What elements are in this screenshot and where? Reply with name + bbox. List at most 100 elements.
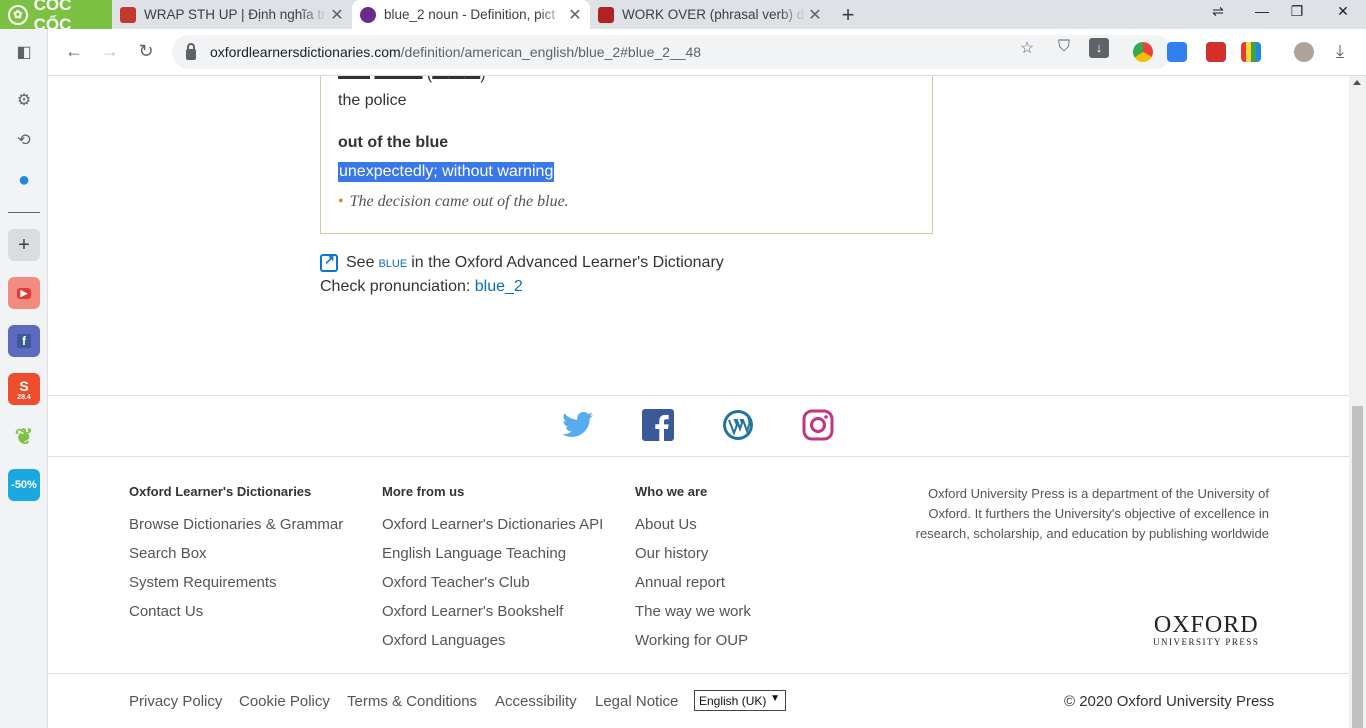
back-icon[interactable]: ← bbox=[62, 41, 86, 62]
close-tab-icon[interactable]: ✕ bbox=[566, 5, 584, 25]
footer-link[interactable]: Search Box bbox=[129, 545, 343, 574]
tab-search-icon[interactable]: ⇌ bbox=[1206, 3, 1230, 20]
coccoc-logo-icon: ✿ bbox=[8, 4, 28, 25]
download-box-icon[interactable]: ↓ bbox=[1089, 38, 1109, 58]
language-select[interactable]: English (UK) ▼ bbox=[694, 690, 786, 711]
accessibility-link[interactable]: Accessibility bbox=[495, 693, 577, 710]
profile-avatar[interactable] bbox=[1294, 42, 1314, 62]
footer-link[interactable]: Oxford Learner's Bookshelf bbox=[382, 603, 603, 632]
tiki-icon[interactable]: -50% bbox=[8, 469, 40, 501]
url-text[interactable]: oxfordlearnersdictionaries.com/definitio… bbox=[210, 44, 701, 60]
sidebar-divider bbox=[8, 212, 40, 213]
download-icon[interactable]: ⤓ bbox=[1328, 41, 1352, 62]
gear-icon[interactable]: ⚙ bbox=[12, 88, 36, 112]
browser-toolbar: ← → ↻ oxfordlearnersdictionaries.com/def… bbox=[48, 29, 1366, 76]
lock-icon[interactable] bbox=[186, 42, 196, 60]
oxford-favicon-icon bbox=[360, 6, 376, 23]
footer-link[interactable]: Working for OUP bbox=[635, 632, 751, 661]
leaf-icon[interactable]: ❦ bbox=[8, 421, 40, 453]
tab-blue-2[interactable]: blue_2 noun - Definition, pict ✕ bbox=[352, 0, 590, 29]
wordpress-icon[interactable] bbox=[722, 409, 754, 441]
youtube-icon[interactable]: ▶ bbox=[8, 277, 40, 309]
bookmark-star-icon[interactable]: ☆ bbox=[1017, 38, 1037, 58]
footer-column-dictionaries: Oxford Learner's Dictionaries Browse Dic… bbox=[129, 484, 343, 632]
idiom-heading: out of the blue bbox=[338, 134, 449, 151]
dictionary-favicon-icon bbox=[598, 6, 614, 23]
example-text: The decision came out of the blue. bbox=[349, 193, 569, 210]
footer-heading: More from us bbox=[382, 484, 465, 499]
scroll-up-arrow-icon[interactable] bbox=[1353, 80, 1361, 85]
privacy-policy-link[interactable]: Privacy Policy bbox=[129, 693, 222, 710]
page-content: ▬▬ ▬▬▬ (▬▬▬) the police out of the blue … bbox=[48, 76, 1349, 728]
footer-link[interactable]: Oxford Learner's Dictionaries API bbox=[382, 516, 603, 545]
tab-title: WORK OVER (phrasal verb) d bbox=[622, 7, 805, 22]
forward-icon[interactable]: → bbox=[98, 41, 122, 62]
footer-link[interactable]: Annual report bbox=[635, 574, 751, 603]
shopee-icon[interactable]: S 28.4 bbox=[8, 373, 40, 405]
sense-text: the police bbox=[338, 92, 407, 109]
url-path: /definition/american_english/blue_2#blue… bbox=[400, 44, 702, 60]
oxford-logo[interactable]: OXFORD UNIVERSITY PRESS bbox=[1153, 612, 1260, 648]
browser-brand[interactable]: ✿ CỐC CỐC bbox=[0, 0, 112, 34]
footer-link[interactable]: Our history bbox=[635, 545, 751, 574]
cookie-policy-link[interactable]: Cookie Policy bbox=[239, 693, 330, 710]
cut-off-line: ▬▬ ▬▬▬ (▬▬▬) bbox=[338, 76, 486, 84]
bullet-icon: • bbox=[338, 193, 344, 210]
divider bbox=[48, 456, 1349, 457]
new-tab-button[interactable]: + bbox=[836, 2, 860, 28]
pronunciation-line: Check pronunciation: blue_2 bbox=[320, 278, 523, 296]
red-extension-icon[interactable] bbox=[1206, 42, 1226, 62]
sidebar-panel-icon[interactable]: ◧ bbox=[12, 40, 36, 64]
url-host: oxfordlearnersdictionaries.com bbox=[210, 44, 401, 60]
footer-link[interactable]: Oxford Teacher's Club bbox=[382, 574, 603, 603]
pronunciation-label: Check pronunciation: bbox=[320, 278, 471, 295]
plus-icon[interactable]: + bbox=[8, 229, 40, 261]
new-extension-icon[interactable] bbox=[1167, 42, 1187, 62]
close-tab-icon[interactable]: ✕ bbox=[328, 5, 346, 25]
footer-link[interactable]: English Language Teaching bbox=[382, 545, 603, 574]
legal-notice-link[interactable]: Legal Notice bbox=[595, 693, 678, 710]
close-tab-icon[interactable]: ✕ bbox=[806, 5, 824, 25]
twitter-icon[interactable] bbox=[562, 409, 594, 441]
restore-button[interactable]: ❐ bbox=[1285, 3, 1309, 20]
pronunciation-link[interactable]: blue_2 bbox=[475, 278, 523, 295]
tab-title: WRAP STH UP | Định nghĩa tr bbox=[144, 7, 326, 22]
see-word-link[interactable]: blue bbox=[378, 258, 407, 270]
footer-link[interactable]: System Requirements bbox=[129, 574, 343, 603]
page-scrollbar[interactable] bbox=[1349, 76, 1366, 728]
facebook-icon[interactable] bbox=[642, 409, 674, 441]
facebook-icon[interactable]: f bbox=[8, 325, 40, 357]
logo-university-press: UNIVERSITY PRESS bbox=[1153, 637, 1260, 647]
footer-link[interactable]: About Us bbox=[635, 516, 751, 545]
shield-icon[interactable]: ⛉ bbox=[1054, 38, 1074, 56]
see-also-line: See blue in the Oxford Advanced Learner'… bbox=[320, 252, 724, 272]
tab-work-over[interactable]: WORK OVER (phrasal verb) d ✕ bbox=[590, 0, 830, 29]
tab-title: blue_2 noun - Definition, pict bbox=[384, 7, 556, 22]
close-window-button[interactable]: ✕ bbox=[1331, 3, 1355, 20]
colorful-extension-icon[interactable] bbox=[1241, 42, 1261, 62]
instagram-icon[interactable] bbox=[802, 409, 834, 441]
example-sentence: • The decision came out of the blue. bbox=[338, 193, 569, 211]
minimize-button[interactable]: — bbox=[1250, 3, 1274, 19]
chrome-extension-icon[interactable] bbox=[1133, 42, 1153, 62]
terms-conditions-link[interactable]: Terms & Conditions bbox=[347, 693, 477, 710]
divider bbox=[48, 395, 1349, 396]
footer-link[interactable]: Contact Us bbox=[129, 603, 343, 632]
footer-link[interactable]: The way we work bbox=[635, 603, 751, 632]
tiki-label: -50% bbox=[11, 479, 37, 491]
see-suffix: in the Oxford Advanced Learner's Diction… bbox=[411, 254, 724, 271]
cambridge-favicon-icon bbox=[120, 6, 136, 23]
scrollbar-thumb[interactable] bbox=[1352, 406, 1363, 728]
external-link-icon[interactable] bbox=[320, 252, 338, 272]
footer-link[interactable]: Browse Dictionaries & Grammar bbox=[129, 516, 343, 545]
history-icon[interactable]: ⟲ bbox=[12, 128, 36, 152]
tab-wrap-sth-up[interactable]: WRAP STH UP | Định nghĩa tr ✕ bbox=[112, 0, 352, 29]
shopee-label: 28.4 bbox=[17, 393, 31, 401]
logo-oxford: OXFORD bbox=[1153, 612, 1259, 638]
footer-heading: Who we are bbox=[635, 484, 708, 499]
reload-icon[interactable]: ↻ bbox=[134, 41, 158, 62]
footer-link[interactable]: Oxford Languages bbox=[382, 632, 603, 661]
messenger-icon[interactable]: ● bbox=[12, 168, 36, 192]
idiom-definition: unexpectedly; without warning bbox=[338, 162, 555, 182]
footer-column-who: Who we are About Us Our history Annual r… bbox=[635, 484, 751, 661]
